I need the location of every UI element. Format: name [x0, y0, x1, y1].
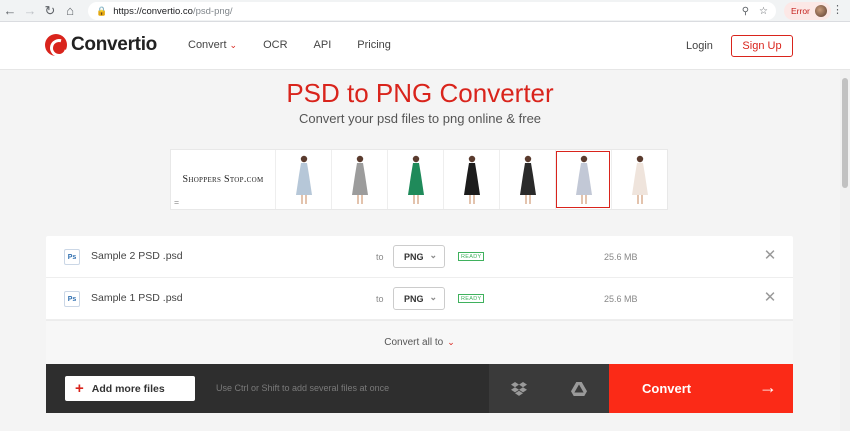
status-badge: READY	[458, 252, 485, 261]
add-more-files-button[interactable]: + Add more files	[65, 376, 195, 401]
page-scrollbar[interactable]	[840, 70, 850, 431]
error-label: Error	[791, 6, 810, 16]
scrollbar-thumb[interactable]	[842, 78, 848, 188]
profile-error-button[interactable]: Error	[784, 2, 831, 20]
action-bar: + Add more files Use Ctrl or Shift to ad…	[46, 364, 793, 413]
nav-pricing[interactable]: Pricing	[357, 39, 391, 51]
ad-product-thumbnail[interactable]	[443, 150, 499, 209]
file-size: 25.6 MB	[604, 252, 638, 262]
ad-product-thumbnail[interactable]	[331, 150, 387, 209]
file-row: Ps Sample 2 PSD .psd to PNG ⌄ READY 25.6 MB ✕	[46, 236, 793, 278]
chevron-down-icon: ⌄	[429, 292, 437, 302]
chevron-down-icon: ⌄	[447, 337, 455, 347]
psd-file-icon: Ps	[64, 249, 80, 265]
ad-brand-logo: Shoppers Stop.com =	[174, 174, 264, 208]
remove-file-icon[interactable]: ✕	[763, 290, 777, 306]
file-list-panel: Ps Sample 2 PSD .psd to PNG ⌄ READY 25.6 MB ✕ Ps…	[46, 236, 793, 364]
dress-figure-icon	[407, 155, 424, 204]
ad-product-thumbnail[interactable]	[387, 150, 443, 209]
dress-figure-icon	[295, 155, 312, 204]
file-row: Ps Sample 1 PSD .psd to PNG ⌄ READY 25.6 MB ✕	[46, 278, 793, 320]
logo[interactable]: Convertio	[45, 34, 157, 56]
zoom-icon[interactable]: ⚲	[742, 6, 749, 17]
more-menu-icon[interactable]: ⋮	[832, 3, 843, 16]
page-subtitle: Convert your psd files to png online & f…	[298, 111, 542, 126]
ad-product-thumbnail[interactable]	[275, 150, 331, 209]
avatar	[814, 5, 827, 17]
plus-icon: +	[75, 380, 84, 397]
google-drive-icon	[571, 381, 587, 396]
url-path: /psd-png/	[192, 5, 233, 17]
main-nav: Convert ⌄ OCR API Pricing	[188, 39, 391, 51]
file-size: 25.6 MB	[604, 294, 638, 304]
lock-icon: 🔒	[96, 5, 108, 16]
arrow-right-icon: →	[759, 377, 777, 397]
file-name: Sample 1 PSD .psd	[91, 292, 183, 304]
url-host: https://convertio.co	[113, 5, 193, 17]
dropbox-icon	[511, 381, 527, 396]
address-bar[interactable]: 🔒 https://convertio.co /psd-png/ ⚲ ☆	[88, 2, 776, 20]
nav-api[interactable]: API	[314, 39, 332, 51]
login-link[interactable]: Login	[686, 40, 713, 52]
nav-convert[interactable]: Convert ⌄	[188, 39, 237, 51]
convertio-logo-icon	[45, 34, 67, 56]
browser-toolbar: ← → ↻ ⌂ 🔒 https://convertio.co /psd-png/…	[0, 0, 850, 22]
site-header: Convertio Convert ⌄ OCR API Pricing Login…	[0, 22, 850, 70]
ad-mark: =	[174, 198, 180, 208]
forward-arrow-icon[interactable]: →	[20, 0, 40, 22]
ad-product-thumbnail[interactable]	[611, 150, 667, 209]
signup-button[interactable]: Sign Up	[731, 35, 793, 57]
reload-icon[interactable]: ↻	[40, 0, 60, 22]
format-select[interactable]: PNG ⌄	[393, 287, 445, 310]
dress-figure-icon	[631, 155, 648, 204]
convert-all-dropdown[interactable]: Convert all to ⌄	[46, 320, 793, 364]
psd-file-icon: Ps	[64, 291, 80, 307]
logo-text: Convertio	[71, 34, 157, 55]
to-label: to	[376, 252, 384, 262]
dropbox-button[interactable]	[489, 364, 549, 413]
file-name: Sample 2 PSD .psd	[91, 250, 183, 262]
google-drive-button[interactable]	[549, 364, 609, 413]
back-arrow-icon[interactable]: ←	[0, 0, 20, 22]
ad-banner[interactable]: Shoppers Stop.com =	[170, 149, 668, 210]
chevron-down-icon: ⌄	[229, 40, 238, 50]
dress-figure-icon	[519, 155, 536, 204]
multi-select-hint: Use Ctrl or Shift to add several files a…	[216, 383, 390, 393]
dress-figure-icon	[351, 155, 368, 204]
nav-ocr[interactable]: OCR	[263, 39, 287, 51]
page-title: PSD to PNG Converter	[286, 78, 554, 108]
status-badge: READY	[458, 294, 485, 303]
format-select[interactable]: PNG ⌄	[393, 245, 445, 268]
dress-figure-icon	[575, 155, 592, 204]
home-icon[interactable]: ⌂	[60, 0, 80, 22]
to-label: to	[376, 294, 384, 304]
chevron-down-icon: ⌄	[429, 250, 437, 260]
dress-figure-icon	[463, 155, 480, 204]
convert-button[interactable]: Convert →	[609, 364, 793, 413]
bookmark-star-icon[interactable]: ☆	[759, 6, 768, 17]
ad-product-thumbnail[interactable]	[555, 150, 611, 209]
ad-product-thumbnail[interactable]	[499, 150, 555, 209]
remove-file-icon[interactable]: ✕	[763, 248, 777, 264]
